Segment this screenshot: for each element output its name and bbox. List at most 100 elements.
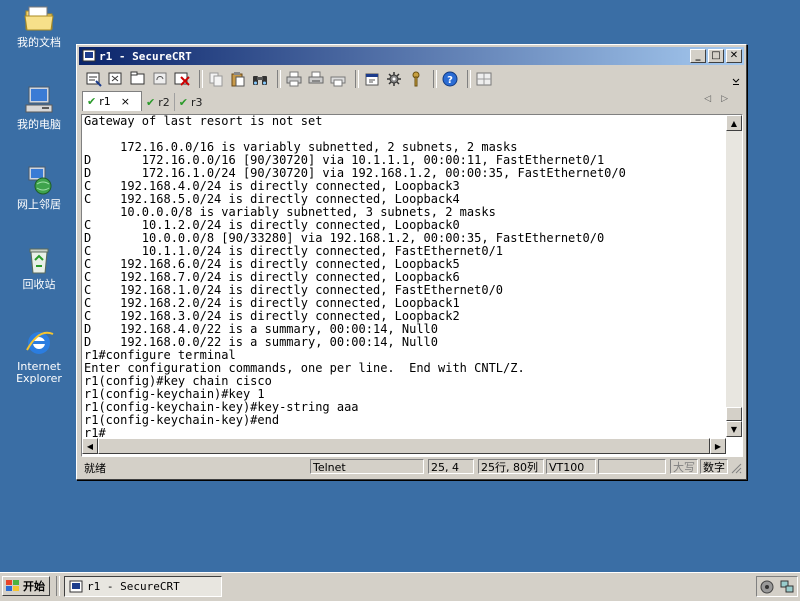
desktop-icon-network[interactable]: 网上邻居 [8,164,70,211]
connect-tab-icon [130,71,145,85]
internet-explorer-icon [26,331,54,354]
taskbar: 开始 r1 - SecureCRT [0,572,800,601]
print-setup-icon [308,71,324,84]
arrow-up-icon: ▲ [730,118,738,128]
arrow-left-icon: ◀ [86,441,94,451]
disconnect-button[interactable] [173,70,191,88]
print-button[interactable] [285,70,303,88]
computer-icon [25,86,53,113]
horizontal-scrollbar[interactable]: ◀ ▶ [82,438,726,454]
quick-connect-icon [108,72,122,85]
scroll-right-button[interactable]: ▶ [710,438,726,454]
status-caps-lock: 大写 [670,459,698,474]
scroll-down-button[interactable]: ▼ [726,421,742,437]
volume-icon[interactable] [760,580,774,594]
paste-button[interactable] [229,70,247,88]
window-title: r1 - SecureCRT [99,49,192,63]
connected-check-icon: ✔ [178,95,188,109]
tile-windows-button[interactable] [475,70,493,88]
status-bar: 就绪 Telnet 25, 4 25行, 80列 VT100 大写 数字 [80,459,744,476]
tab-r3[interactable]: ✔ r3 [175,93,207,111]
folder-icon [24,6,54,31]
desktop-icon-label: 网上邻居 [17,198,61,211]
connect-in-tab-button[interactable] [129,70,147,88]
maximize-button[interactable]: □ [708,49,724,63]
tab-scroll-left-icon[interactable]: ◁ [704,94,721,104]
connected-check-icon: ✔ [87,95,97,108]
close-icon: ✕ [729,50,739,61]
scroll-up-button[interactable]: ▲ [726,115,742,131]
reconnect-button[interactable] [151,70,169,88]
vertical-scroll-thumb[interactable] [726,407,742,421]
tile-windows-icon [476,72,492,86]
tab-label: r3 [190,95,203,109]
desktop-icon-label: 我的文档 [17,36,61,49]
reconnect-icon [153,72,167,85]
minimize-button[interactable]: _ [690,49,706,63]
window-titlebar[interactable]: r1 - SecureCRT _ □ ✕ [79,47,744,65]
tab-scroll-right-icon[interactable]: ▷ [721,94,738,104]
paste-icon [231,72,245,87]
system-tray [756,576,798,597]
help-button[interactable]: ? [441,70,459,88]
recycle-bin-icon [29,248,49,274]
status-num-lock: 数字 [700,459,728,474]
arrow-down-icon: ▼ [730,424,738,434]
network-status-icon[interactable] [780,580,794,594]
tab-close-icon[interactable]: × [121,95,130,108]
tab-label: r1 [99,95,111,108]
find-button[interactable] [251,70,269,88]
minimize-icon: _ [695,50,701,61]
terminal-output[interactable]: Gateway of last resort is not set 172.16… [84,115,726,437]
desktop-icon-recycle-bin[interactable]: 回收站 [8,244,70,291]
global-options-button[interactable] [385,70,403,88]
network-globe-icon [28,166,52,195]
tab-label: r2 [158,95,170,109]
securecrt-window: r1 - SecureCRT _ □ ✕ ? ✔ r1 × ✔ r2 ✔ r3 … [76,44,747,480]
session-tab-bar: ✔ r1 × ✔ r2 ✔ r3 ◁▷ [79,91,744,111]
key-button[interactable] [407,70,425,88]
taskbar-button-label: r1 - SecureCRT [87,580,180,593]
desktop-icon-my-documents[interactable]: 我的文档 [8,2,70,49]
scroll-left-button[interactable]: ◀ [82,438,98,454]
toolbar-separator [433,70,437,88]
copy-button[interactable] [207,70,225,88]
resize-grip-icon[interactable] [730,462,742,474]
tab-r2[interactable]: ✔ r2 [142,93,175,111]
copy-icon [209,72,223,87]
status-cursor-position: 25, 4 [428,459,474,474]
desktop-icon-internet-explorer[interactable]: Internet Explorer [8,326,70,385]
toolbar-separator [355,70,359,88]
session-options-button[interactable] [363,70,381,88]
tab-r1[interactable]: ✔ r1 × [82,91,142,111]
taskbar-button-securecrt[interactable]: r1 - SecureCRT [64,576,222,597]
gear-icon [387,72,401,86]
tab-scroll-arrows[interactable]: ◁▷ [704,94,738,104]
status-ready-text: 就绪 [84,462,106,475]
start-button[interactable]: 开始 [2,576,50,596]
status-blank-field [598,459,666,474]
print-setup-button[interactable] [307,70,325,88]
desktop-icon-my-computer[interactable]: 我的电脑 [8,84,70,131]
desktop-icon-label-line2: Explorer [16,372,62,385]
toolbar-separator [467,70,471,88]
help-icon: ? [442,71,458,87]
connected-check-icon: ✔ [146,95,156,109]
close-button[interactable]: ✕ [726,49,742,63]
disconnect-icon [174,72,190,86]
toolbar-separator [277,70,281,88]
horizontal-scroll-thumb[interactable] [98,438,710,454]
start-label: 开始 [23,580,45,593]
windows-flag-icon [6,580,19,591]
print-selection-button[interactable] [329,70,347,88]
vertical-scrollbar[interactable]: ▲ ▼ [726,115,742,437]
quick-connect-button[interactable] [107,70,125,88]
terminal-pane: Gateway of last resort is not set 172.16… [81,114,743,457]
status-protocol: Telnet [310,459,424,474]
terminal-line: r1(config-keychain-key)#end [84,413,280,427]
printer-icon [330,76,346,87]
toolbar-overflow-chevron-icon[interactable] [732,73,740,87]
binoculars-icon [253,76,267,85]
connect-button[interactable] [85,70,103,88]
securecrt-app-icon [82,49,96,62]
